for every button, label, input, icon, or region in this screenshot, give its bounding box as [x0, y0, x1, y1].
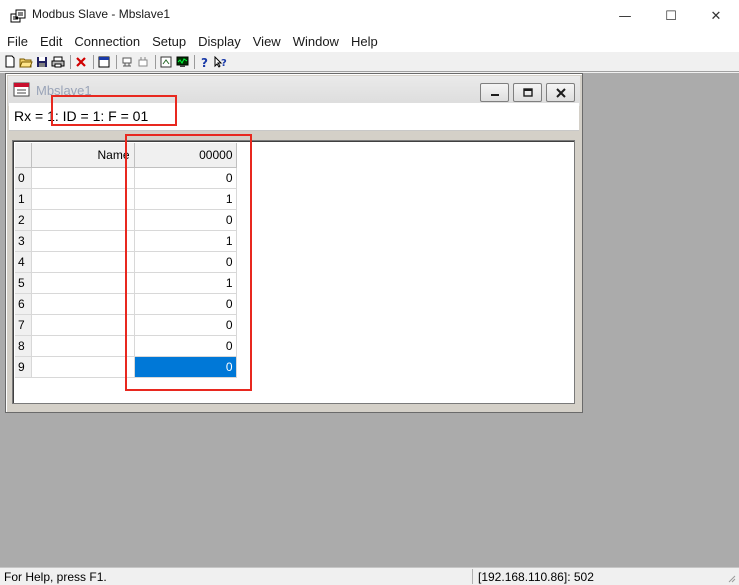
close-icon	[555, 87, 566, 98]
help-hint: For Help, press F1.	[4, 570, 107, 584]
open-folder-icon[interactable]	[19, 55, 33, 69]
toolbar-separator	[70, 54, 71, 69]
menu-bar: File Edit Connection Setup Display View …	[0, 32, 739, 52]
connection-address: [192.168.110.86]: 502	[478, 570, 594, 584]
row-index: 1	[15, 188, 32, 210]
toolbar-separator	[93, 54, 94, 69]
close-button[interactable]: ✕	[693, 0, 739, 32]
menu-edit[interactable]: Edit	[34, 32, 68, 52]
row-index: 6	[15, 293, 32, 315]
name-cell[interactable]	[31, 335, 135, 357]
name-cell[interactable]	[31, 356, 135, 378]
maximize-button[interactable]: ☐	[648, 0, 694, 32]
save-icon[interactable]	[35, 55, 49, 69]
document-icon	[13, 82, 30, 97]
annotation-box-id-function	[51, 95, 177, 126]
menu-setup[interactable]: Setup	[146, 32, 192, 52]
minimize-icon	[490, 93, 499, 96]
mdi-client-area: Mbslave1 Rx = 1: ID = 1: F = 01 Name 000…	[0, 73, 739, 567]
print-icon[interactable]	[51, 55, 65, 69]
name-cell[interactable]	[31, 188, 135, 210]
name-cell[interactable]	[31, 272, 135, 294]
delete-icon[interactable]	[74, 55, 88, 69]
toolbar-separator	[194, 54, 195, 69]
menu-connection[interactable]: Connection	[68, 32, 146, 52]
menu-help[interactable]: Help	[345, 32, 384, 52]
status-bar: For Help, press F1. [192.168.110.86]: 50…	[0, 567, 739, 585]
connect-icon[interactable]	[120, 55, 134, 69]
toolbar: ? ?	[0, 52, 739, 72]
name-cell[interactable]	[31, 209, 135, 231]
name-cell[interactable]	[31, 293, 135, 315]
row-index: 5	[15, 272, 32, 294]
status-separator	[472, 569, 473, 584]
toolbar-separator	[155, 54, 156, 69]
resize-grip-icon[interactable]	[726, 573, 736, 583]
close-icon: ✕	[710, 8, 722, 24]
new-document-icon[interactable]	[3, 55, 17, 69]
name-column-header[interactable]: Name	[31, 143, 135, 168]
row-index: 0	[15, 167, 32, 189]
help-icon[interactable]: ?	[198, 55, 212, 69]
window-icon[interactable]	[97, 55, 111, 69]
name-cell[interactable]	[31, 314, 135, 336]
name-cell[interactable]	[31, 167, 135, 189]
window-title: Modbus Slave - Mbslave1	[32, 7, 171, 21]
row-index: 4	[15, 251, 32, 273]
corner-header	[15, 143, 32, 168]
menu-display[interactable]: Display	[192, 32, 247, 52]
svg-text:?: ?	[201, 56, 208, 68]
row-index: 8	[15, 335, 32, 357]
maximize-icon: ☐	[665, 8, 677, 24]
row-index: 3	[15, 230, 32, 252]
svg-text:?: ?	[221, 58, 227, 68]
minimize-button[interactable]: —	[602, 0, 648, 32]
child-minimize-button[interactable]	[480, 83, 509, 102]
annotation-box-value-column	[125, 134, 252, 391]
modbus-app-icon	[10, 9, 26, 23]
register-grid: Name 00000 00112031405160708090	[12, 140, 575, 404]
minimize-icon: —	[618, 8, 632, 24]
setup-icon[interactable]	[159, 55, 173, 69]
monitor-icon[interactable]	[175, 55, 189, 69]
menu-file[interactable]: File	[1, 32, 34, 52]
row-index: 9	[15, 356, 32, 378]
name-cell[interactable]	[31, 230, 135, 252]
menu-view[interactable]: View	[247, 32, 287, 52]
row-index: 7	[15, 314, 32, 336]
title-bar: Modbus Slave - Mbslave1 — ☐ ✕	[0, 0, 739, 32]
disconnect-icon[interactable]	[136, 55, 150, 69]
context-help-icon[interactable]: ?	[214, 55, 228, 69]
row-index: 2	[15, 209, 32, 231]
name-cell[interactable]	[31, 251, 135, 273]
restore-icon	[522, 87, 533, 97]
toolbar-separator	[116, 54, 117, 69]
menu-window[interactable]: Window	[287, 32, 345, 52]
child-restore-button[interactable]	[513, 83, 542, 102]
child-close-button[interactable]	[546, 83, 575, 102]
